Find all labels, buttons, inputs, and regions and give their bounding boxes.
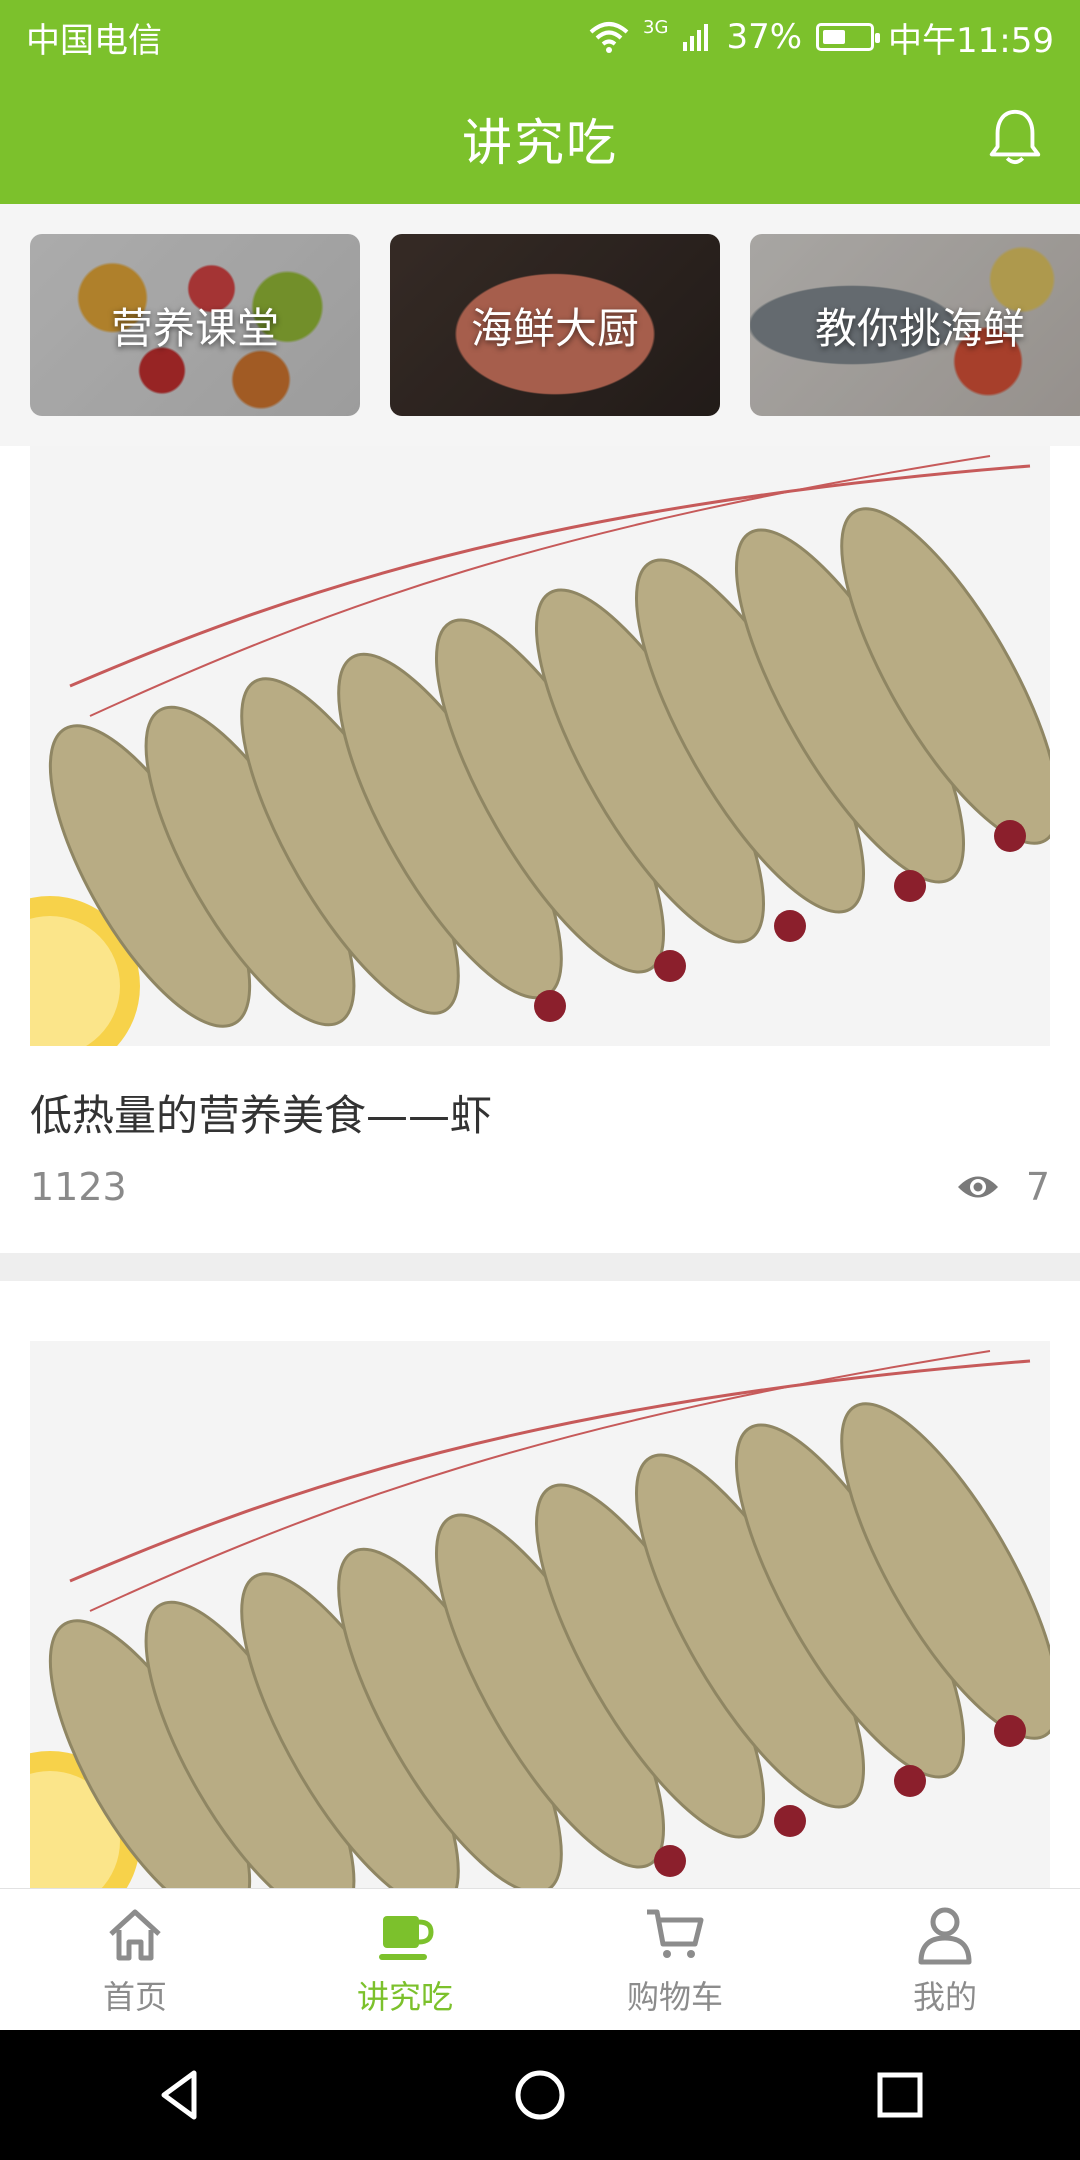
view-count-value: 7 xyxy=(1025,1165,1050,1209)
home-icon xyxy=(109,1909,161,1960)
nav-item-eat[interactable]: 讲究吃 xyxy=(270,1902,540,2018)
cup-icon xyxy=(379,1915,434,1960)
wifi-icon xyxy=(589,22,629,53)
article-image xyxy=(30,1341,1050,1901)
category-label: 教你挑海鲜 xyxy=(814,303,1025,353)
article-title: 低热量的营养美食——虾 xyxy=(30,1091,493,1140)
article-image xyxy=(30,446,1050,1046)
battery-icon xyxy=(816,23,881,51)
category-nutrition[interactable]: 营养课堂 xyxy=(30,234,360,416)
category-label: 海鲜大厨 xyxy=(470,303,639,353)
app-header: 讲究吃 xyxy=(0,74,1080,204)
article-feed: 低热量的营养美食——虾 1123 7 xyxy=(0,446,1080,1901)
home-circle-icon[interactable] xyxy=(510,2065,570,2125)
nav-item-cart[interactable]: 购物车 xyxy=(540,1902,810,2018)
status-right: 3G 37% 中午11:59 xyxy=(589,13,1054,62)
nav-label: 讲究吃 xyxy=(356,1977,453,2016)
system-nav-bar xyxy=(0,2030,1080,2160)
carrier-label: 中国电信 xyxy=(26,20,162,61)
article-count: 1123 xyxy=(30,1165,127,1209)
eye-icon xyxy=(957,1176,998,1198)
bottom-nav: 首页 讲究吃 购物车 我的 xyxy=(0,1888,1080,2030)
card-divider xyxy=(0,1253,1080,1281)
user-icon xyxy=(918,1907,972,1964)
category-pick-seafood[interactable]: 教你挑海鲜 xyxy=(750,234,1080,416)
nav-label: 首页 xyxy=(102,1977,167,2016)
view-count: 7 xyxy=(956,1165,1050,1209)
battery-percent: 37% xyxy=(726,17,803,57)
signal-icon xyxy=(683,24,709,51)
article-card[interactable]: 低热量的营养美食——虾 1123 7 xyxy=(0,446,1080,1281)
category-strip: 营养课堂 海鲜大厨 教你挑海鲜 xyxy=(0,204,1080,446)
shrimp-illustration xyxy=(30,446,1050,1046)
nav-item-home[interactable]: 首页 xyxy=(0,1902,270,2018)
article-meta: 1123 7 xyxy=(30,1165,1050,1209)
shrimp-illustration xyxy=(30,1341,1050,1901)
article-card[interactable] xyxy=(0,1281,1080,1901)
nav-label: 购物车 xyxy=(626,1977,723,2016)
nav-item-me[interactable]: 我的 xyxy=(810,1902,1080,2018)
page-title: 讲究吃 xyxy=(462,114,618,172)
back-icon[interactable] xyxy=(150,2065,210,2125)
status-bar: 中国电信 3G 37% 中午11:59 xyxy=(0,0,1080,74)
cart-icon xyxy=(647,1909,704,1958)
network-label: 3G xyxy=(643,16,669,38)
category-seafood-chef[interactable]: 海鲜大厨 xyxy=(390,234,720,416)
category-label: 营养课堂 xyxy=(110,303,279,353)
time-label: 中午11:59 xyxy=(888,20,1054,61)
recents-icon[interactable] xyxy=(870,2065,930,2125)
nav-label: 我的 xyxy=(912,1977,977,2016)
bell-icon[interactable] xyxy=(984,106,1046,168)
